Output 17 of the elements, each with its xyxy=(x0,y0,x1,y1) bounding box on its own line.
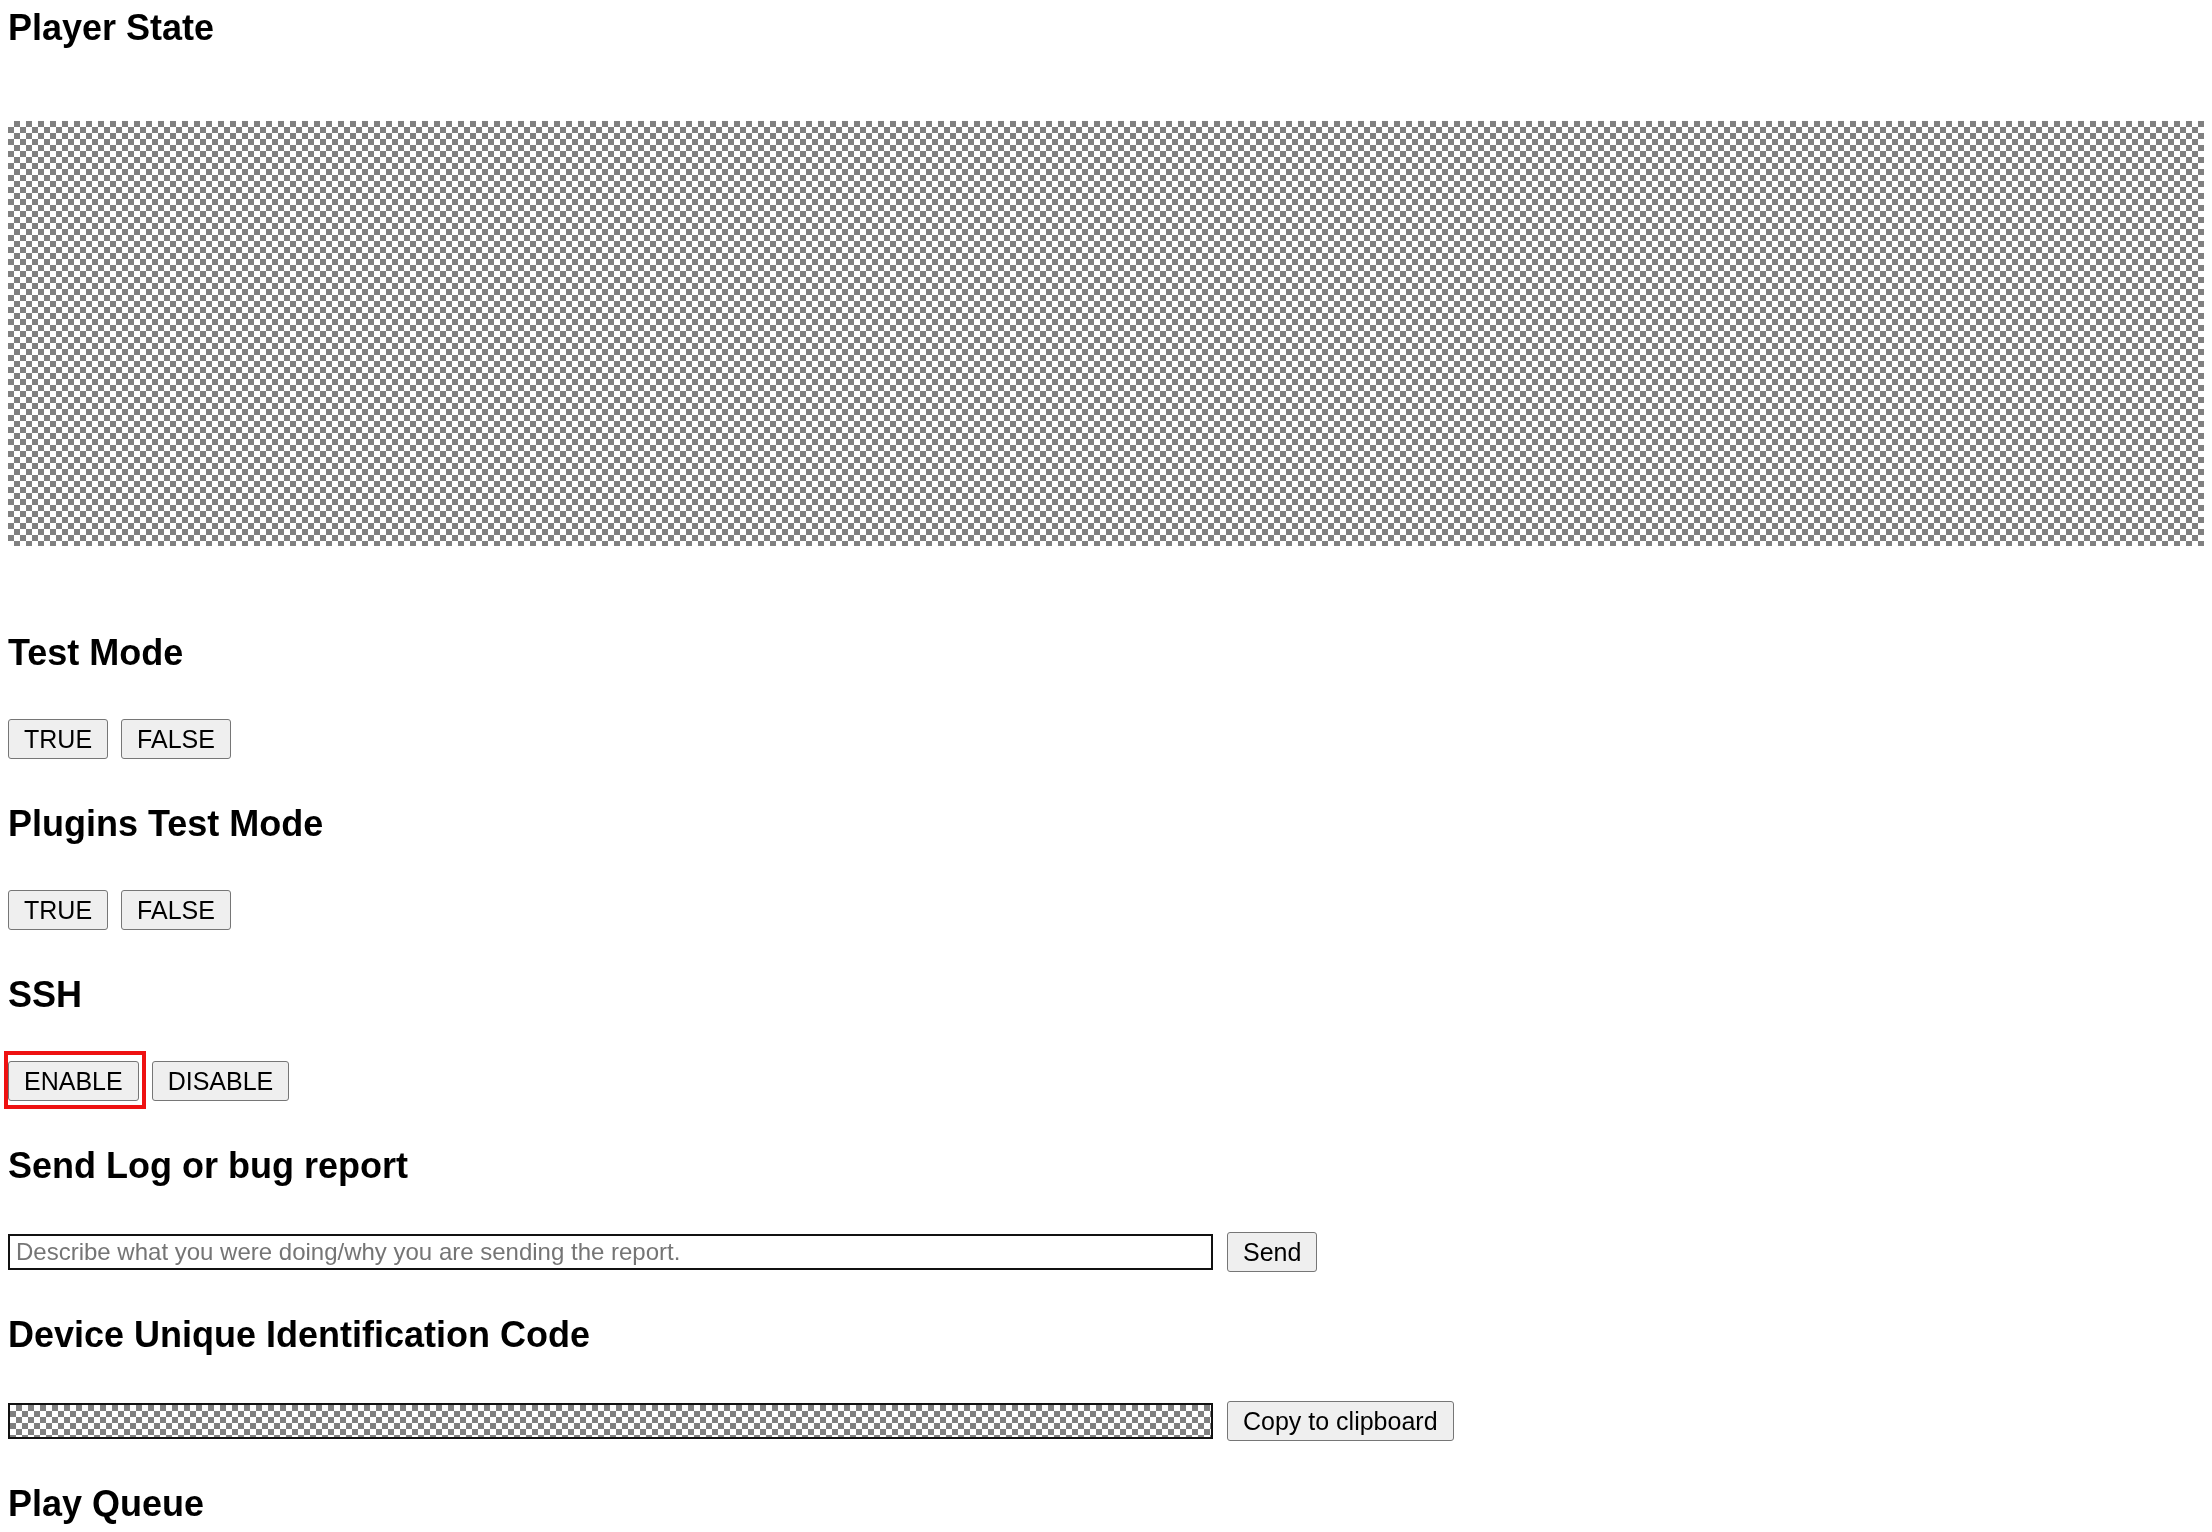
section-heading: Play Queue xyxy=(8,1484,205,1524)
option-button[interactable]: FALSE xyxy=(121,719,231,759)
section-heading: Send Log or bug report xyxy=(8,1146,408,1186)
option-button[interactable]: TRUE xyxy=(8,890,109,930)
copy-button[interactable]: Copy to clipboard xyxy=(1227,1401,1454,1441)
option-button[interactable]: DISABLE xyxy=(151,1061,290,1101)
section-heading: Player State xyxy=(8,8,215,48)
option-button[interactable]: TRUE xyxy=(8,719,109,759)
section-heading: Test Mode xyxy=(8,633,184,673)
section-heading: SSH xyxy=(8,975,83,1015)
option-button[interactable]: FALSE xyxy=(121,890,231,930)
option-button[interactable]: ENABLE xyxy=(8,1061,139,1101)
section-heading: Device Unique Identification Code xyxy=(8,1315,591,1355)
redacted-code-field[interactable] xyxy=(8,1403,1213,1439)
send-button[interactable]: Send xyxy=(1227,1232,1318,1272)
report-input-field[interactable]: Describe what you were doing/why you are sending the report. xyxy=(8,1234,1213,1270)
section-heading: Plugins Test Mode xyxy=(8,804,324,844)
